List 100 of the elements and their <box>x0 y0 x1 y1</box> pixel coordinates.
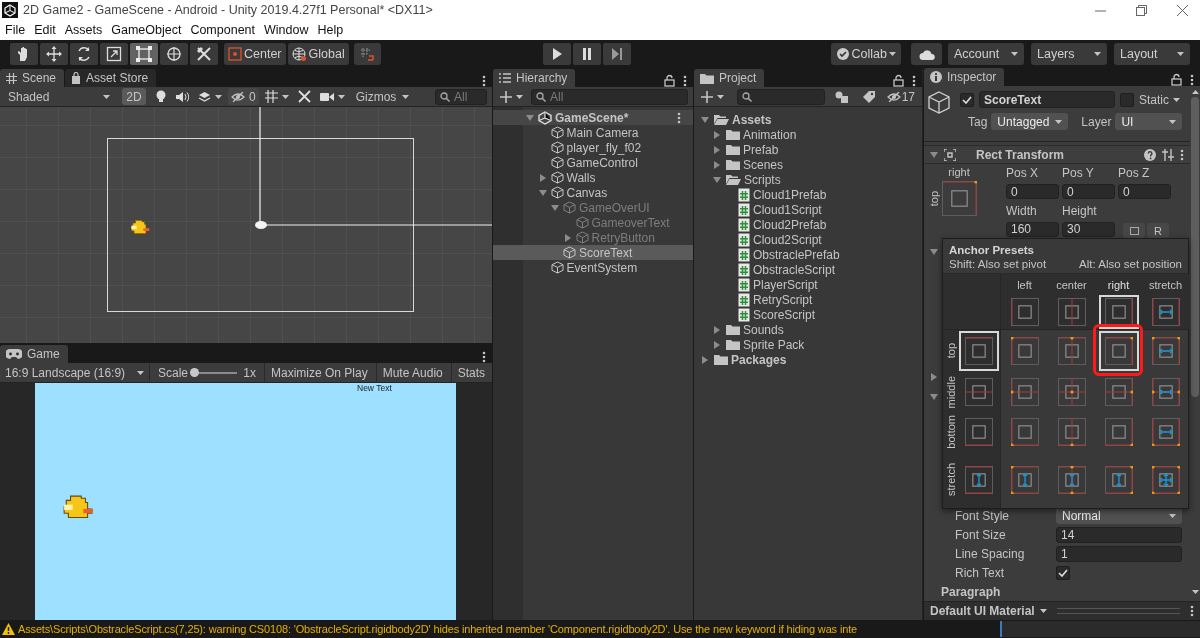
project-item[interactable]: Assets <box>694 112 922 127</box>
create-button[interactable] <box>498 88 525 105</box>
panel-tab[interactable]: Project <box>694 69 765 87</box>
project-item[interactable]: Cloud2Script <box>694 232 922 247</box>
tool-button[interactable] <box>40 43 68 65</box>
shading-dropdown[interactable]: Shaded <box>3 88 115 105</box>
2d-toggle[interactable]: 2D <box>122 88 146 105</box>
project-item[interactable]: Prefab <box>694 142 922 157</box>
collab-button[interactable]: Collab <box>830 43 901 65</box>
static-checkbox[interactable] <box>1120 92 1134 107</box>
hierarchy-item[interactable]: Main Camera <box>493 125 693 140</box>
step-button[interactable] <box>602 43 631 65</box>
play-button[interactable] <box>542 43 571 65</box>
panel-tab[interactable]: Asset Store <box>65 69 157 87</box>
more-icon[interactable] <box>912 74 916 87</box>
menu-item[interactable]: Assets <box>60 23 107 37</box>
more-icon[interactable] <box>1190 73 1194 86</box>
presets-icon[interactable] <box>1162 148 1174 161</box>
project-item[interactable]: Cloud1Script <box>694 202 922 217</box>
toggle-button[interactable]: Mute Audio <box>375 363 449 382</box>
layers-dropdown[interactable]: Layers <box>1031 43 1107 65</box>
tool-button[interactable] <box>160 43 188 65</box>
collapse-arrow-icon[interactable] <box>713 176 721 183</box>
anchor-preset-button[interactable] <box>1098 295 1139 329</box>
hierarchy-item[interactable]: GameScene* <box>493 110 693 125</box>
cloud-button[interactable] <box>911 43 942 65</box>
menu-item[interactable]: Window <box>260 23 313 37</box>
number-field[interactable]: 14 <box>1056 526 1182 543</box>
tool-button[interactable] <box>70 43 98 65</box>
create-button[interactable] <box>699 88 726 105</box>
hierarchy-item[interactable]: ScoreText <box>493 245 693 260</box>
expand-arrow-icon[interactable] <box>539 173 546 182</box>
static-dropdown[interactable]: Static <box>1139 92 1180 107</box>
lock-icon[interactable] <box>1171 73 1182 86</box>
hidden-objects-toggle[interactable]: 0 <box>228 88 259 105</box>
menu-item[interactable]: Edit <box>30 23 60 37</box>
blueprint-button[interactable] <box>1123 223 1145 239</box>
hierarchy-item[interactable]: Walls <box>493 170 693 185</box>
panel-tab[interactable]: Inspector <box>924 68 1005 86</box>
anchor-preset-button[interactable] <box>1098 331 1139 371</box>
anchor-presets-button[interactable] <box>941 181 977 216</box>
restore-icon[interactable] <box>1136 4 1147 16</box>
more-icon[interactable] <box>677 111 681 124</box>
number-field[interactable]: 0 <box>1062 184 1115 200</box>
hierarchy-item[interactable]: EventSystem <box>493 260 693 275</box>
lock-icon[interactable] <box>893 74 904 87</box>
anchor-preset-button[interactable] <box>959 331 999 371</box>
layout-dropdown[interactable]: Layout <box>1114 43 1190 65</box>
collapse-arrow-icon[interactable] <box>930 249 938 255</box>
number-field[interactable]: 160 <box>1006 221 1059 237</box>
project-item[interactable]: Cloud1Prefab <box>694 187 922 202</box>
raw-edit-button[interactable]: R <box>1147 223 1169 239</box>
project-item[interactable]: Animation <box>694 127 922 142</box>
project-item[interactable]: Packages <box>694 352 922 367</box>
project-item[interactable]: Sprite Pack <box>694 337 922 352</box>
tool-button[interactable] <box>10 43 38 65</box>
hidden-packages-toggle[interactable]: 17 <box>884 88 917 105</box>
toggle-button[interactable]: Stats <box>450 363 492 382</box>
project-item[interactable]: ObstraclePrefab <box>694 247 922 262</box>
lock-icon[interactable] <box>664 74 675 87</box>
hierarchy-item[interactable]: player_fly_f02 <box>493 140 693 155</box>
checkbox[interactable] <box>1056 565 1070 580</box>
project-item[interactable]: Scenes <box>694 157 922 172</box>
active-checkbox[interactable] <box>960 92 974 107</box>
hierarchy-item[interactable]: Canvas <box>493 185 693 200</box>
pivot-button[interactable]: Center <box>224 43 286 65</box>
project-item[interactable]: Sounds <box>694 322 922 337</box>
tool-button[interactable] <box>190 43 218 65</box>
expand-arrow-icon[interactable] <box>931 373 937 381</box>
search-field[interactable] <box>737 88 825 105</box>
tool-button[interactable] <box>100 43 128 65</box>
project-item[interactable]: ObstracleScript <box>694 262 922 277</box>
gizmos-dropdown[interactable]: Gizmos <box>350 88 415 105</box>
project-item[interactable]: Scripts <box>694 172 922 187</box>
collapse-arrow-icon[interactable] <box>526 114 534 121</box>
menu-item[interactable]: File <box>1 23 30 37</box>
space-button[interactable]: Global <box>287 43 349 65</box>
project-item[interactable]: RetryScript <box>694 292 922 307</box>
menu-item[interactable]: Help <box>313 23 348 37</box>
number-field[interactable]: 0 <box>1006 184 1059 200</box>
more-icon[interactable] <box>482 75 486 87</box>
console-field[interactable] <box>1000 621 1200 637</box>
panel-tab[interactable]: Scene <box>0 69 65 87</box>
number-field[interactable]: 30 <box>1062 221 1115 237</box>
panel-tab[interactable]: Game <box>0 345 68 363</box>
hierarchy-item[interactable]: GameControl <box>493 155 693 170</box>
expand-arrow-icon[interactable] <box>564 233 571 242</box>
panel-tab[interactable]: Hierarchy <box>493 69 576 87</box>
number-field[interactable]: 1 <box>1056 545 1182 562</box>
close-icon[interactable] <box>1177 4 1188 16</box>
name-field[interactable]: ScoreText <box>979 91 1115 108</box>
project-item[interactable]: ScoreScript <box>694 307 922 322</box>
more-icon[interactable] <box>683 74 687 87</box>
toggle-button[interactable]: Maximize On Play <box>264 363 374 382</box>
scroll-up-icon[interactable] <box>1191 90 1199 94</box>
pause-button[interactable] <box>572 43 601 65</box>
more-icon[interactable] <box>1190 605 1194 617</box>
tag-dropdown[interactable]: Untagged <box>991 113 1069 130</box>
collapse-arrow-icon[interactable] <box>930 394 938 400</box>
aspect-dropdown[interactable]: 16:9 Landscape (16:9) <box>0 364 150 381</box>
